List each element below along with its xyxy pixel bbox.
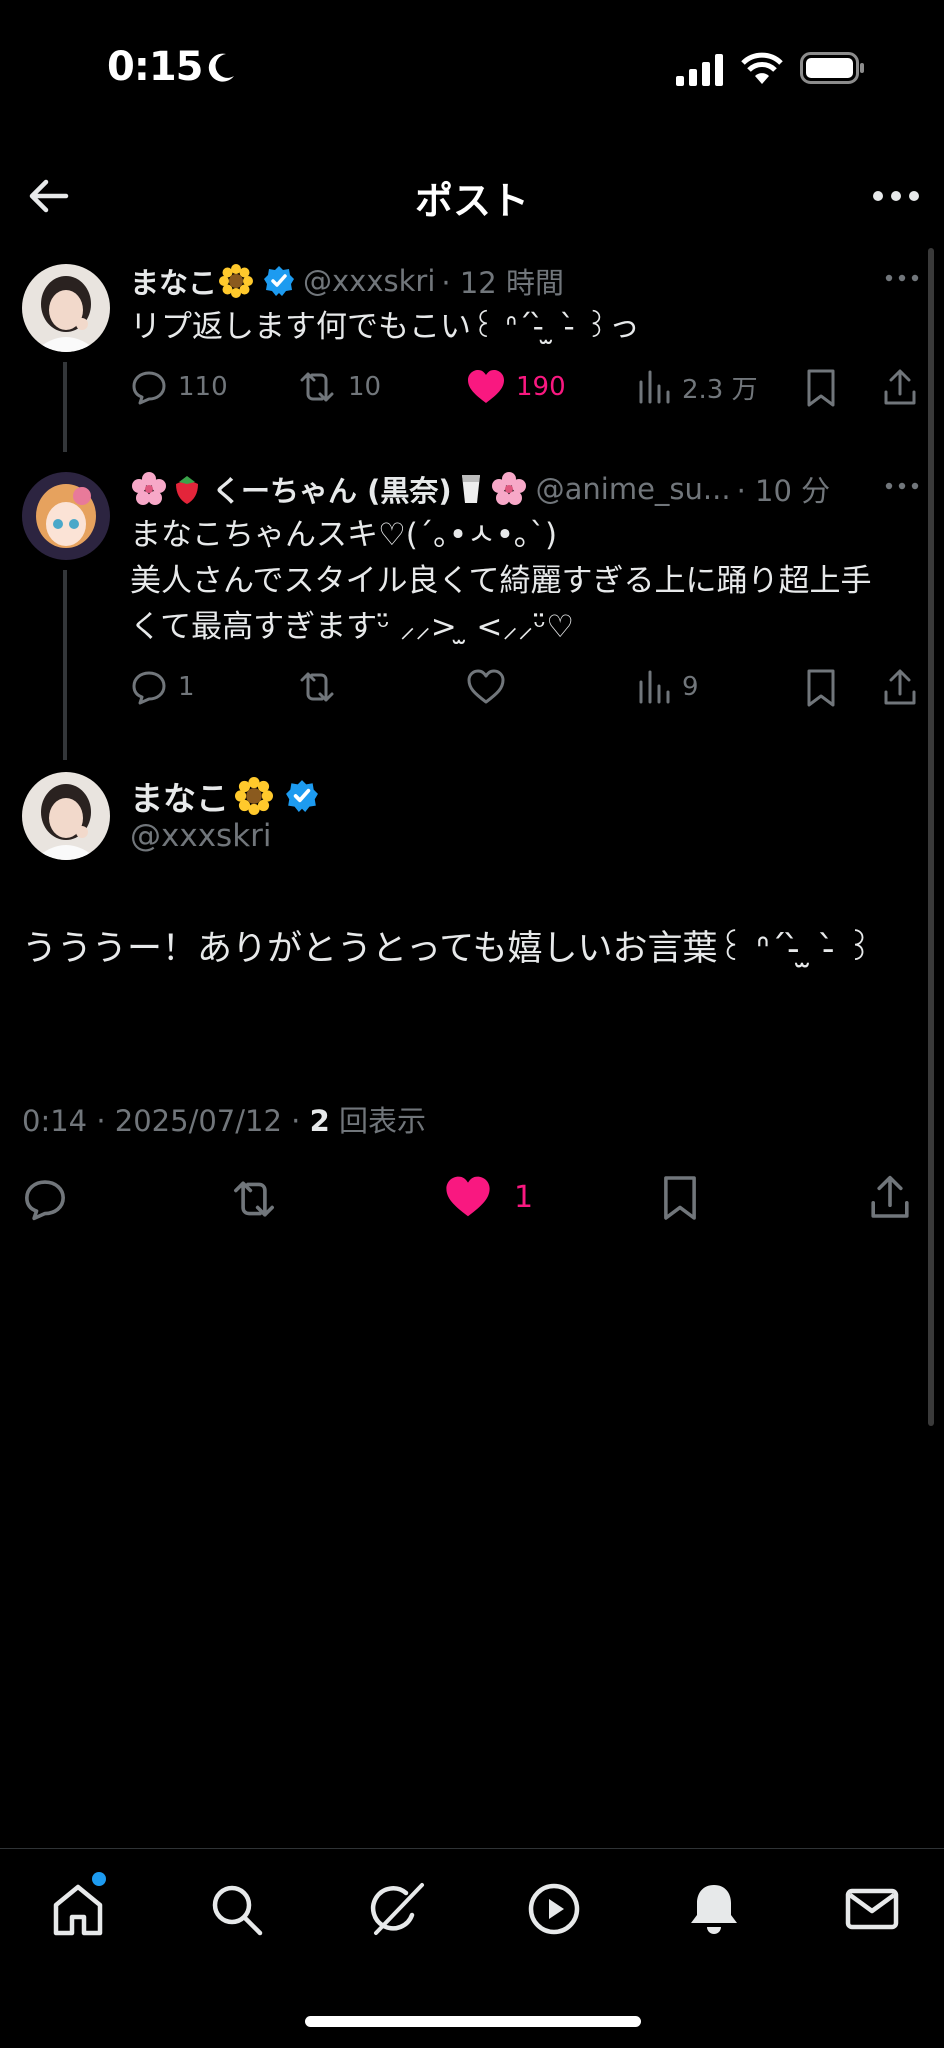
repost-icon[interactable]: [228, 1176, 280, 1222]
avatar-image: [22, 772, 110, 860]
like-button[interactable]: 190: [466, 368, 566, 406]
cellular-signal-icon: [676, 54, 723, 86]
bookmark-icon[interactable]: [804, 368, 838, 408]
views-button[interactable]: 2.3 万: [636, 368, 758, 406]
like-count: 1: [514, 1179, 534, 1215]
wifi-icon: [741, 52, 783, 84]
author-name[interactable]: まなこ: [130, 772, 229, 820]
cherry-blossom-emoji-icon: [132, 472, 166, 505]
video-play-icon[interactable]: [524, 1879, 584, 1939]
tweet-header: まなこ @xxxskri · 12 時間: [130, 260, 564, 302]
moon-icon: [208, 53, 234, 82]
tweet-text: リプ返します何でもこい꒰ ᐢ´-̀ ̫ -̀ ꒱っ: [130, 309, 640, 345]
heart-filled-icon: [468, 370, 504, 403]
reply-button[interactable]: 1: [130, 668, 195, 706]
more-options-icon[interactable]: [868, 170, 924, 222]
avatar[interactable]: [22, 472, 110, 560]
author-handle[interactable]: @anime_su...: [536, 472, 731, 506]
post-time: · 10 分: [736, 474, 831, 508]
main-post-text: うううー！ありがとうとっても嬉しいお言葉꒰ ᐢ´-̀ ̫ -̀ ꒱: [22, 929, 874, 969]
thread-line: [63, 570, 67, 760]
tweet-more-icon[interactable]: [884, 272, 920, 284]
views-button[interactable]: 9: [636, 668, 699, 706]
thread-line: [63, 362, 67, 452]
author-name[interactable]: くーちゃん (黒奈): [212, 468, 452, 510]
reply-count: 1: [178, 672, 195, 702]
heart-outline-icon[interactable]: [466, 668, 506, 706]
reply-icon[interactable]: [22, 1176, 68, 1222]
post-time: · 12 時間: [441, 266, 564, 300]
battery-icon: [800, 52, 864, 84]
like-button[interactable]: 1: [444, 1174, 533, 1220]
main-author-name-row[interactable]: まなこ: [130, 772, 319, 820]
author-handle[interactable]: @xxxskri: [303, 264, 435, 298]
view-count: 2: [309, 1104, 330, 1138]
share-icon[interactable]: [882, 668, 918, 708]
strawberry-emoji-icon: [176, 476, 198, 504]
sunflower-emoji-icon: [235, 777, 273, 815]
view-label: 回表示: [329, 1104, 426, 1138]
tweet-actions: 110 10 190 2.3 万: [130, 368, 930, 412]
grok-icon[interactable]: [366, 1879, 426, 1939]
scrollbar[interactable]: [928, 248, 934, 1426]
avatar[interactable]: [22, 264, 110, 352]
bookmark-icon[interactable]: [804, 668, 838, 708]
milk-glass-emoji-icon: [461, 475, 480, 503]
view-count: 2.3 万: [682, 374, 758, 405]
views-chart-icon: [639, 670, 670, 704]
notifications-bell-icon[interactable]: [684, 1879, 744, 1939]
home-indicator[interactable]: [305, 2016, 641, 2027]
tweet-text: まなこちゃんスキ♡(´｡•ㅅ•｡`) 美人さんでスタイル良くて綺麗すぎる上に踊り…: [130, 517, 872, 645]
repost-icon[interactable]: [296, 668, 338, 706]
post-meta: 0:14 · 2025/07/12 · 2 回表示: [22, 1098, 426, 1140]
tweet-more-icon[interactable]: [884, 480, 920, 492]
avatar-image: [22, 472, 110, 560]
view-count: 9: [682, 672, 699, 702]
status-time: 0:15: [107, 44, 203, 90]
heart-filled-icon: [446, 1176, 490, 1217]
messages-envelope-icon[interactable]: [842, 1879, 902, 1939]
page-title: ポスト: [414, 179, 529, 223]
repost-icon: [300, 372, 334, 402]
tweet-actions: 1 9: [130, 668, 930, 712]
reply-button[interactable]: 110: [130, 368, 228, 406]
home-notification-dot: [92, 1872, 106, 1886]
avatar-image: [22, 264, 110, 352]
repost-count: 10: [348, 372, 382, 402]
post-timestamp: 0:14 · 2025/07/12 ·: [22, 1104, 310, 1138]
share-icon[interactable]: [868, 1174, 912, 1222]
tweet-header: くーちゃん (黒奈) @anime_su... · 10 分: [130, 468, 830, 510]
author-name[interactable]: まなこ: [130, 260, 217, 302]
like-count: 190: [516, 372, 566, 402]
views-chart-icon: [639, 370, 670, 404]
top-nav-bar: ポスト: [0, 140, 944, 248]
main-post-actions: 1: [0, 1172, 944, 1228]
verified-badge-icon: [286, 780, 318, 812]
verified-badge-icon: [264, 266, 295, 296]
author-handle[interactable]: @xxxskri: [130, 818, 272, 854]
reply-icon: [132, 671, 166, 705]
status-bar: 0:15: [0, 0, 944, 140]
search-icon[interactable]: [206, 1879, 266, 1939]
reply-icon: [132, 371, 166, 405]
sunflower-emoji-icon: [219, 264, 254, 298]
share-icon[interactable]: [882, 368, 918, 408]
reply-count: 110: [178, 372, 228, 402]
avatar[interactable]: [22, 772, 110, 860]
home-icon[interactable]: [48, 1879, 108, 1939]
repost-button[interactable]: 10: [296, 368, 381, 406]
bookmark-icon[interactable]: [660, 1174, 700, 1222]
cherry-blossom-emoji-icon: [491, 472, 526, 505]
